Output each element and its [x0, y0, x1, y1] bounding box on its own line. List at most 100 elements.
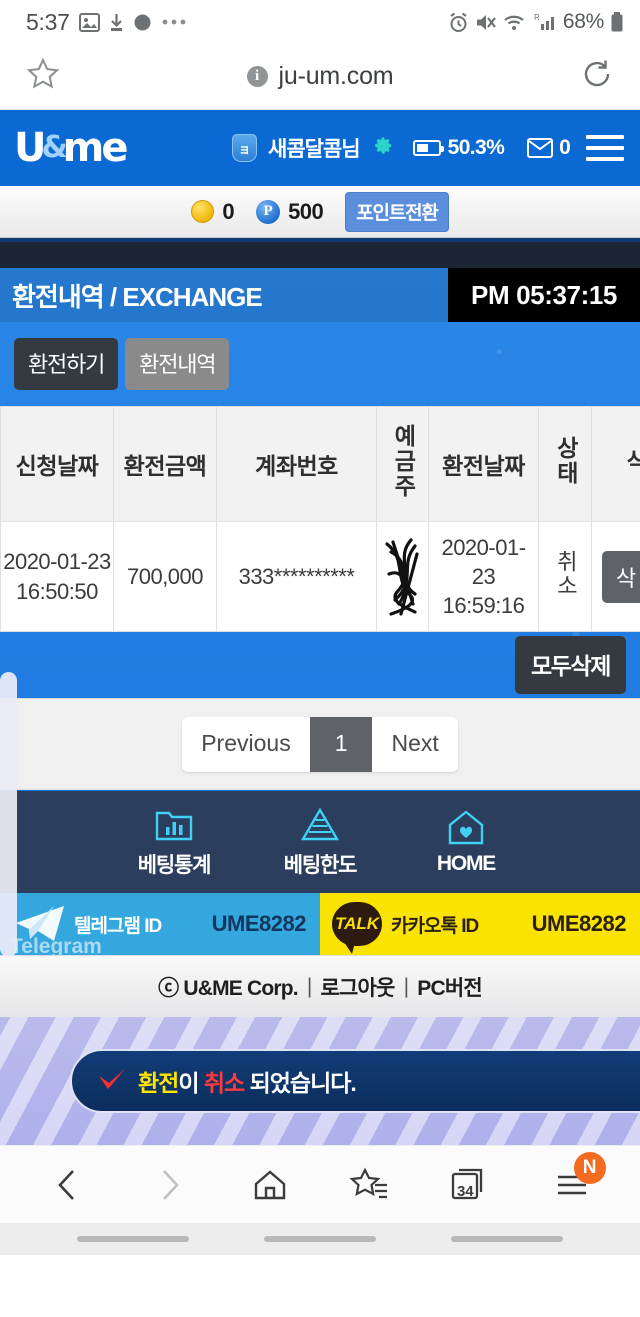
home-heart-icon: [448, 810, 484, 845]
reload-icon[interactable]: [580, 57, 614, 96]
messenger-banners: 텔레그램 ID Telegram UME8282 TALK 카카오톡 ID UM…: [0, 893, 640, 955]
logo-u: U: [14, 125, 47, 171]
footer-copyright: ⓒ U&ME Corp.: [158, 976, 299, 1000]
footer-separator-1: |: [306, 974, 312, 998]
site-battery-indicator: 50.3%: [412, 136, 505, 160]
toast-part-cancel: 취소: [203, 1070, 245, 1096]
page-title-container: 환전내역 / EXCHANGE: [0, 268, 448, 322]
page-scrollbar[interactable]: [0, 672, 17, 957]
signal-icon: R: [533, 13, 557, 32]
point-bar: 0 P 500 포인트전환: [0, 186, 640, 238]
nav-label-betting-stats: 베팅통계: [137, 854, 212, 877]
browser-back-button[interactable]: [38, 1166, 98, 1204]
site-bottom-nav: 베팅통계 베팅한도 HOME: [0, 791, 640, 893]
point-convert-button[interactable]: 포인트전환: [345, 191, 449, 232]
url-display[interactable]: i ju-um.com: [246, 62, 394, 91]
user-name[interactable]: 새콤달콤님: [268, 133, 361, 163]
image-icon: [78, 12, 100, 32]
col-status-label: 상태: [552, 436, 579, 486]
pagination-previous[interactable]: Previous: [182, 716, 310, 772]
battery-icon: [610, 11, 624, 33]
table-row: 2020-01-23 16:50:50 700,000 333*********…: [0, 521, 640, 632]
mail-indicator[interactable]: 0: [527, 136, 571, 160]
logo-ampersand: &: [41, 130, 67, 165]
kakao-id: UME8282: [531, 911, 627, 936]
scribble-redaction-icon: [384, 537, 419, 616]
back-icon: [58, 1169, 75, 1200]
delete-all-row: 모두삭제: [0, 632, 640, 698]
coin-value: 0: [222, 198, 235, 224]
cell-status: 취소: [538, 521, 592, 632]
site-header: U & me ョ 새콤달콤님 50.3% 0: [0, 110, 640, 186]
telegram-label: 텔레그램 ID: [74, 915, 162, 937]
tab-exchange-history[interactable]: 환전내역: [125, 338, 230, 390]
mail-count: 0: [559, 136, 571, 159]
browser-forward-button[interactable]: [139, 1166, 199, 1204]
telegram-banner[interactable]: 텔레그램 ID Telegram UME8282: [0, 893, 320, 955]
bookmark-star-icon[interactable]: [26, 57, 60, 96]
col-amount: 환전금액: [113, 406, 217, 522]
footer-logout-link[interactable]: 로그아웃: [321, 972, 396, 1002]
toast-part-tail: 되었습니다.: [244, 1070, 357, 1096]
wifi-icon: [503, 13, 527, 32]
header-divider-band: [0, 238, 640, 268]
table-header-row: 신청날짜 환전금액 계좌번호 예금주 환전날짜 상태 삭: [0, 406, 640, 522]
row-delete-button[interactable]: 삭: [602, 550, 640, 603]
nav-item-betting-stats[interactable]: 베팅통계: [101, 805, 247, 879]
gesture-handle-right: [450, 1236, 563, 1242]
browser-bookmarks-button[interactable]: [340, 1166, 400, 1204]
battery-level-icon: [412, 140, 444, 156]
browser-bottom-nav: 34 N: [0, 1145, 640, 1223]
status-time: 5:37: [26, 8, 70, 35]
pagination-next[interactable]: Next: [372, 716, 458, 772]
pagination-page-1[interactable]: 1: [309, 716, 373, 772]
nav-label-betting-limit: 베팅한도: [283, 854, 358, 877]
col-delete: 삭: [591, 406, 640, 522]
browser-url-bar: i ju-um.com: [0, 44, 640, 110]
col-depositor: 예금주: [376, 406, 429, 522]
toast-part-exchange: 환전: [138, 1070, 179, 1096]
gold-coin-icon: [191, 200, 215, 223]
kakao-banner[interactable]: TALK 카카오톡 ID UME8282: [320, 893, 640, 955]
col-status: 상태: [538, 406, 592, 522]
browser-menu-button[interactable]: N: [542, 1151, 606, 1204]
screen-root: 5:37 R 68% i ju-um.com U & me ョ 새콤달콤님 50…: [0, 0, 640, 1317]
nav-item-betting-limit[interactable]: 베팅한도: [247, 805, 393, 879]
cell-amount: 700,000: [113, 521, 217, 632]
delete-all-button[interactable]: 모두삭제: [514, 636, 626, 694]
page-body: 환전내역 / EXCHANGE PM 05:37:15 환전하기 환전내역 신청…: [0, 268, 640, 791]
exchange-table-wrapper: 신청날짜 환전금액 계좌번호 예금주 환전날짜 상태 삭 2020-01-23 …: [0, 406, 640, 632]
gear-icon[interactable]: [371, 134, 393, 162]
toast-zone: 환전이 취소 되었습니다.: [0, 1017, 640, 1145]
point-coin-icon: P: [256, 199, 281, 224]
col-exchange-date: 환전날짜: [428, 406, 539, 522]
download-icon: [109, 13, 124, 32]
server-clock: PM 05:37:15: [448, 268, 640, 322]
android-status-bar: 5:37 R 68%: [0, 0, 640, 44]
url-text: ju-um.com: [278, 62, 394, 90]
kakao-talk-icon: TALK: [332, 902, 382, 954]
cell-exchange-date: 2020-01-23 16:59:16: [428, 521, 539, 632]
footer-pc-version-link[interactable]: PC버전: [417, 972, 482, 1002]
nav-label-home: HOME: [436, 852, 496, 875]
point-balance: P 500: [256, 199, 324, 225]
telegram-sublabel: Telegram: [10, 935, 102, 955]
site-footer: ⓒ U&ME Corp. | 로그아웃 | PC버전: [0, 955, 640, 1017]
table-head: 신청날짜 환전금액 계좌번호 예금주 환전날짜 상태 삭: [0, 406, 640, 522]
exchange-tabs: 환전하기 환전내역: [0, 322, 640, 406]
browser-home-button[interactable]: [240, 1166, 300, 1204]
nav-item-home[interactable]: HOME: [393, 808, 539, 876]
tab-exchange-request[interactable]: 환전하기: [14, 338, 119, 390]
toast-notification: 환전이 취소 되었습니다.: [70, 1049, 640, 1113]
cell-account-no: 333**********: [216, 521, 377, 632]
menu-notification-badge: N: [573, 1151, 606, 1184]
hamburger-menu-icon[interactable]: [586, 135, 624, 161]
site-battery-percent: 50.3%: [447, 136, 505, 159]
site-logo[interactable]: U & me: [14, 125, 128, 171]
toast-part-josa: 이: [178, 1070, 204, 1096]
status-bar-left: 5:37: [26, 9, 187, 36]
status-battery-percent: 68%: [562, 10, 604, 33]
gesture-handle-left: [77, 1236, 190, 1242]
browser-tabs-button[interactable]: 34: [441, 1166, 501, 1204]
status-bar-right: R 68%: [448, 10, 624, 34]
